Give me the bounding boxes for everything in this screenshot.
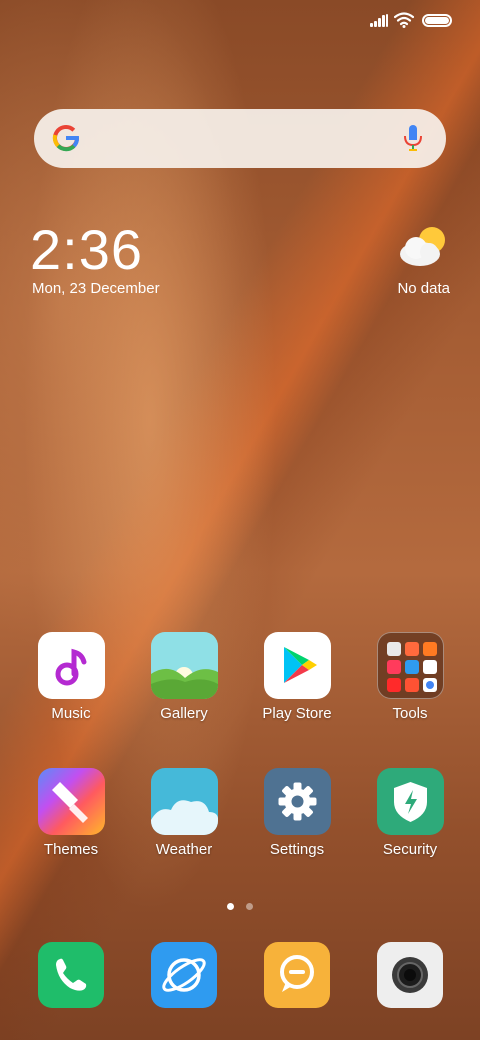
phone-icon — [38, 942, 104, 1008]
page-dot — [246, 903, 254, 910]
clock-date: Mon, 23 December — [32, 280, 160, 297]
app-label: Weather — [155, 841, 213, 858]
dock-camera[interactable] — [355, 942, 465, 1008]
app-music[interactable]: Music — [16, 632, 126, 722]
partly-cloudy-icon[interactable] — [396, 224, 450, 270]
app-label: Themes — [43, 841, 99, 858]
app-label: Settings — [269, 841, 325, 858]
weather-app-icon — [150, 768, 218, 835]
page-indicator — [0, 897, 480, 910]
gallery-icon — [150, 632, 218, 699]
app-gallery[interactable]: Gallery — [129, 632, 239, 722]
messaging-icon — [264, 942, 330, 1008]
play-store-icon — [263, 632, 331, 699]
dock-browser[interactable] — [129, 942, 239, 1008]
folder-icon — [376, 632, 444, 699]
settings-icon — [263, 768, 331, 835]
battery-icon — [422, 14, 452, 27]
app-label: Play Store — [262, 705, 332, 722]
status-bar — [0, 0, 480, 40]
clock-time[interactable]: 2:36 — [30, 220, 143, 280]
google-search-bar[interactable] — [34, 109, 446, 168]
app-label: Security — [382, 841, 438, 858]
app-label: Gallery — [160, 705, 208, 722]
app-security[interactable]: Security — [355, 768, 465, 858]
wifi-icon — [394, 12, 414, 28]
mic-icon[interactable] — [402, 123, 424, 153]
music-icon — [37, 632, 105, 699]
app-folder-tools[interactable]: Tools — [355, 632, 465, 722]
app-label: Tools — [392, 705, 428, 722]
themes-icon — [37, 768, 105, 835]
app-label: Music — [51, 705, 91, 722]
dock-phone[interactable] — [16, 942, 126, 1008]
google-logo — [52, 124, 79, 152]
signal-icon — [370, 14, 388, 27]
page-dot-active — [226, 903, 234, 910]
app-settings[interactable]: Settings — [242, 768, 352, 858]
dock-messaging[interactable] — [242, 942, 352, 1008]
camera-icon — [377, 942, 443, 1008]
app-play-store[interactable]: Play Store — [242, 632, 352, 722]
security-icon — [376, 768, 444, 835]
app-weather[interactable]: Weather — [129, 768, 239, 858]
weather-status: No data — [397, 280, 450, 297]
app-themes[interactable]: Themes — [16, 768, 126, 858]
browser-icon — [151, 942, 217, 1008]
